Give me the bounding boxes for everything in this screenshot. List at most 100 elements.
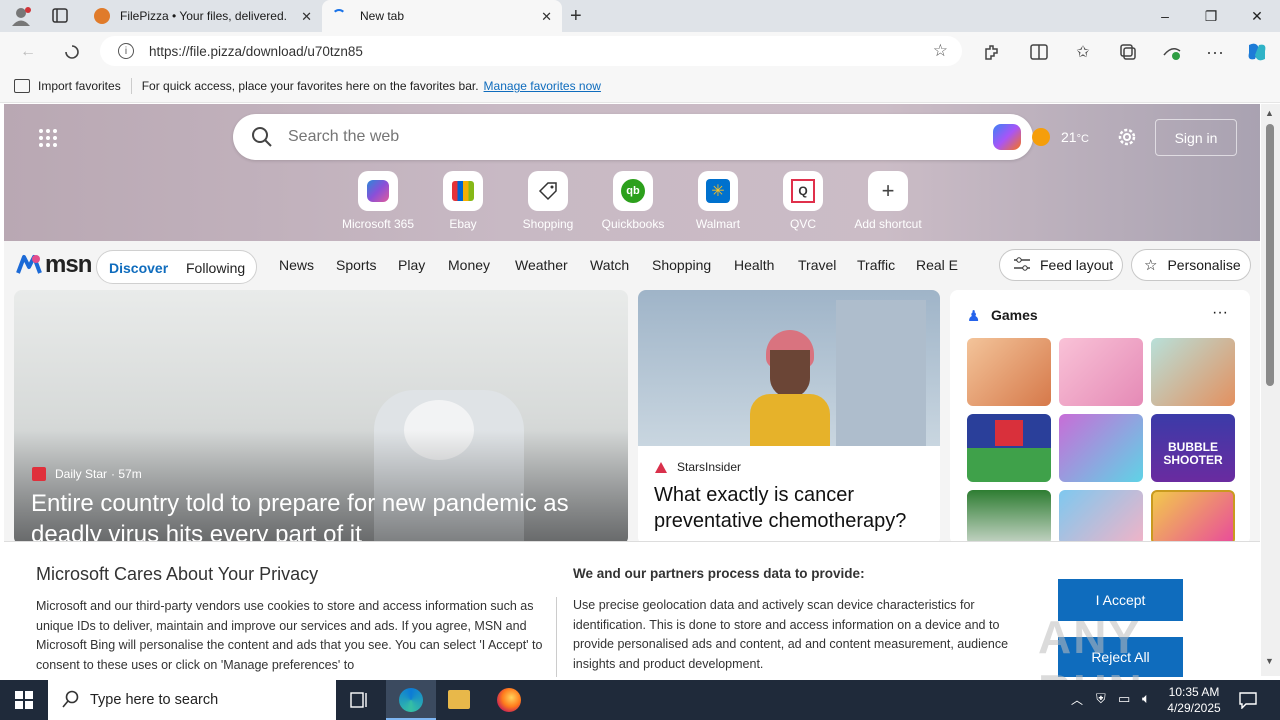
personalise-button[interactable]: ☆ Personalise <box>1131 249 1251 281</box>
favorite-star-icon[interactable]: ☆ <box>933 41 948 61</box>
story-source: StarsInsider <box>655 460 741 474</box>
second-story-card[interactable]: StarsInsider What exactly is cancer prev… <box>638 290 940 545</box>
shortcut-walmart[interactable]: ✳ Walmart <box>673 171 763 231</box>
game-tile[interactable]: BUBBLE SHOOTER <box>1151 414 1235 482</box>
feed-layout-button[interactable]: Feed layout <box>999 249 1123 281</box>
shortcut-shopping[interactable]: Shopping <box>503 171 593 231</box>
sign-in-button[interactable]: Sign in <box>1155 119 1237 156</box>
second-headline[interactable]: What exactly is cancer preventative chem… <box>654 482 929 534</box>
import-favorites-icon[interactable] <box>14 79 30 93</box>
close-tab-icon[interactable]: ✕ <box>301 9 312 25</box>
maximize-button[interactable]: ❐ <box>1188 0 1234 32</box>
game-tile[interactable] <box>1059 338 1143 406</box>
firefox-icon[interactable] <box>497 688 521 712</box>
temperature[interactable]: 21°C <box>1061 129 1089 145</box>
site-info-icon[interactable]: i <box>118 43 134 59</box>
taskbar-search-box[interactable]: Type here to search <box>48 680 336 720</box>
nav-watch[interactable]: Watch <box>590 257 629 273</box>
close-window-button[interactable]: ✕ <box>1234 0 1280 32</box>
minimize-button[interactable]: – <box>1142 0 1188 32</box>
settings-gear-icon[interactable] <box>1116 126 1138 148</box>
game-tile[interactable] <box>967 490 1051 545</box>
copilot-icon[interactable] <box>1245 40 1269 64</box>
navigation-bar: ← i https://file.pizza/download/u70tzn85… <box>0 32 1280 70</box>
volume-icon[interactable]: 🔈︎ <box>1142 690 1150 707</box>
shortcut-ebay[interactable]: Ebay <box>418 171 508 231</box>
nav-travel[interactable]: Travel <box>798 257 836 273</box>
security-icon[interactable]: ⛨ <box>1096 691 1106 707</box>
person-face <box>770 350 810 398</box>
import-favorites-link[interactable]: Import favorites <box>38 79 121 93</box>
favorites-icon[interactable]: ✩ <box>1071 40 1095 64</box>
search-icon <box>62 690 80 711</box>
scroll-down-arrow-icon[interactable]: ▼ <box>1265 656 1274 666</box>
clock-time: 10:35 AM <box>1168 685 1220 699</box>
task-view-icon[interactable] <box>350 691 370 712</box>
close-tab-icon[interactable]: ✕ <box>541 9 552 25</box>
tab-strip: FilePizza • Your files, delivered. ✕ New… <box>0 0 1280 32</box>
manage-favorites-link[interactable]: Manage favorites now <box>484 79 601 93</box>
copilot-search-icon[interactable] <box>993 124 1021 150</box>
tab-new-tab[interactable]: New tab ✕ <box>322 0 562 32</box>
more-menu-icon[interactable]: ··· <box>1203 40 1227 64</box>
extensions-icon[interactable] <box>979 40 1003 64</box>
scroll-up-arrow-icon[interactable]: ▲ <box>1265 108 1274 118</box>
msn-logo[interactable]: msn <box>16 251 92 279</box>
tab-filepizza[interactable]: FilePizza • Your files, delivered. ✕ <box>84 0 322 32</box>
edge-taskbar-button[interactable] <box>386 680 436 720</box>
split-screen-icon[interactable] <box>1027 40 1051 64</box>
game-tile[interactable] <box>1059 490 1143 545</box>
clock[interactable]: 10:35 AM 4/29/2025 <box>1166 684 1222 716</box>
nav-traffic[interactable]: Traffic <box>857 257 895 273</box>
game-tile[interactable] <box>1151 490 1235 545</box>
nav-sports[interactable]: Sports <box>336 257 376 273</box>
address-bar[interactable]: i https://file.pizza/download/u70tzn85 ☆ <box>100 36 962 66</box>
tab-actions-icon[interactable] <box>52 8 70 24</box>
network-icon[interactable]: ▭ <box>1118 691 1130 707</box>
browser-essentials-icon[interactable] <box>1160 40 1184 64</box>
favorites-bar: Import favorites For quick access, place… <box>0 70 1280 103</box>
building-shape <box>836 300 926 446</box>
tab-discover[interactable]: Discover <box>109 260 168 276</box>
main-headline[interactable]: Entire country told to prepare for new p… <box>31 488 621 545</box>
nav-play[interactable]: Play <box>398 257 425 273</box>
tab-following[interactable]: Following <box>186 260 245 276</box>
apps-launcher-icon[interactable] <box>38 128 58 148</box>
taskbar: Type here to search ︿ ⛨ ▭ 🔈︎ 10:35 AM 4/… <box>0 680 1280 720</box>
game-tile[interactable] <box>967 338 1051 406</box>
weather-sun-icon[interactable] <box>1032 128 1050 146</box>
page-scrollbar[interactable]: ▲ ▼ <box>1261 104 1280 676</box>
new-tab-button[interactable]: + <box>570 5 582 28</box>
shortcut-add[interactable]: + Add shortcut <box>843 171 933 231</box>
nav-shopping[interactable]: Shopping <box>652 257 711 273</box>
profile-icon[interactable] <box>10 6 32 26</box>
game-tile[interactable] <box>1151 338 1235 406</box>
nav-real-estate[interactable]: Real E <box>916 257 958 273</box>
game-tile[interactable] <box>1059 414 1143 482</box>
tab-title: FilePizza • Your files, delivered. <box>120 9 287 23</box>
nav-health[interactable]: Health <box>734 257 774 273</box>
reload-icon[interactable] <box>60 40 84 64</box>
shortcut-qvc[interactable]: Q QVC <box>758 171 848 231</box>
games-more-icon[interactable]: ··· <box>1212 304 1228 322</box>
nav-money[interactable]: Money <box>448 257 490 273</box>
windows-start-icon[interactable] <box>15 691 33 712</box>
nav-news[interactable]: News <box>279 257 314 273</box>
scrollbar-thumb[interactable] <box>1266 124 1274 386</box>
shortcut-quickbooks[interactable]: qb Quickbooks <box>588 171 678 231</box>
nav-weather[interactable]: Weather <box>515 257 568 273</box>
collections-icon[interactable] <box>1116 40 1140 64</box>
search-input[interactable] <box>288 126 888 148</box>
tab-title: New tab <box>360 9 405 23</box>
divider <box>130 78 132 94</box>
file-explorer-icon[interactable] <box>448 690 470 709</box>
show-hidden-icons-icon[interactable]: ︿ <box>1071 691 1083 708</box>
notifications-icon[interactable] <box>1239 691 1257 712</box>
url-text[interactable]: https://file.pizza/download/u70tzn85 <box>149 44 363 59</box>
back-icon[interactable]: ← <box>16 40 40 64</box>
search-box[interactable] <box>233 114 1033 160</box>
shortcut-microsoft-365[interactable]: Microsoft 365 <box>333 171 423 231</box>
divider <box>556 597 557 677</box>
main-story-card[interactable]: Daily Star · 57m Entire country told to … <box>14 290 628 545</box>
game-tile[interactable] <box>967 414 1051 482</box>
